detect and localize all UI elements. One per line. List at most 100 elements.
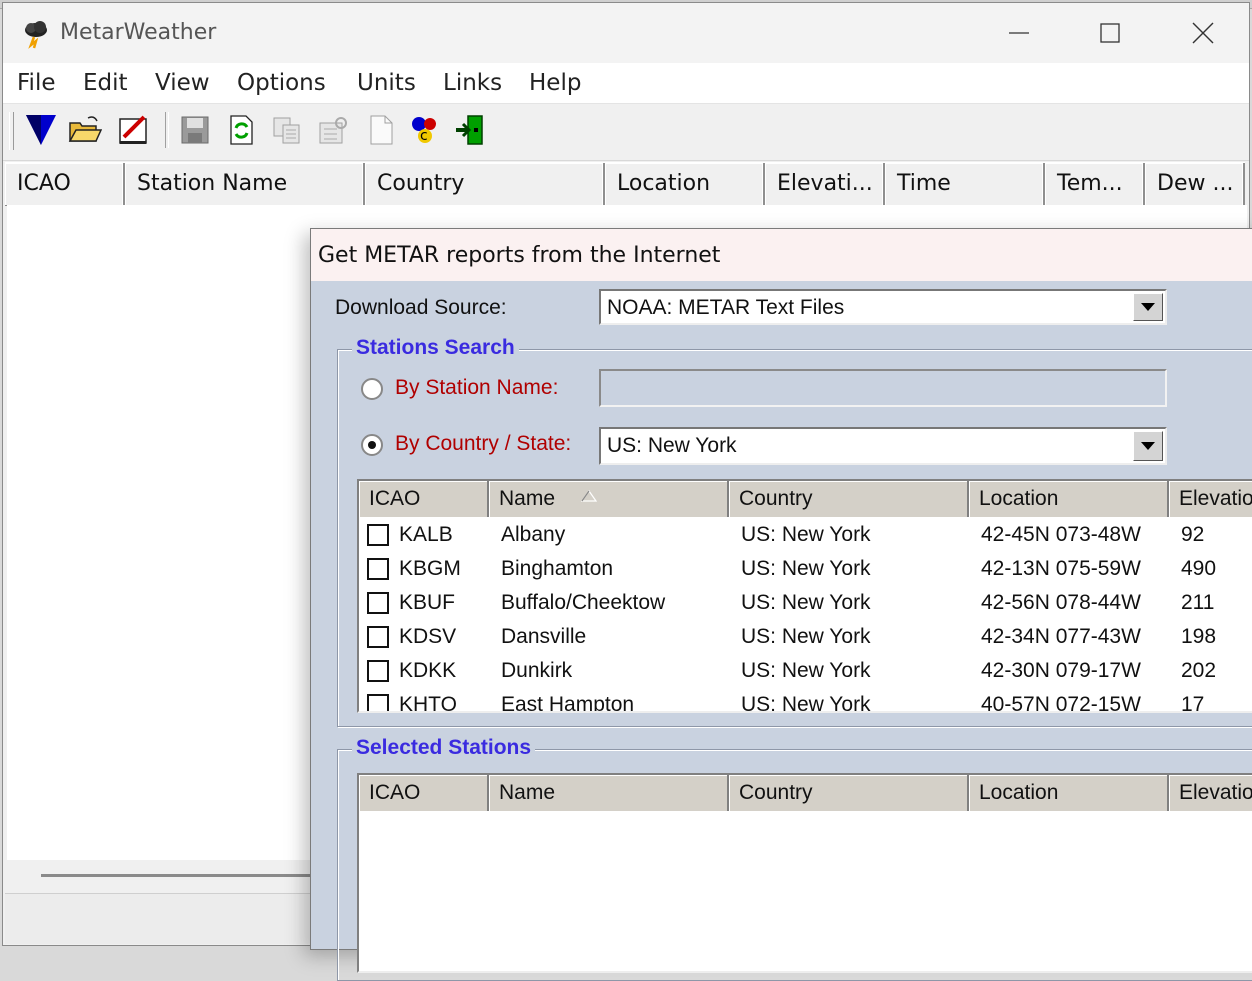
- dropdown-arrow-icon: [1141, 303, 1155, 311]
- save-button[interactable]: [177, 112, 213, 148]
- cloud-weather-icon: [21, 19, 51, 49]
- country-state-dropdown-button[interactable]: [1133, 431, 1163, 461]
- by-country-state-radio[interactable]: [361, 434, 383, 456]
- download-button[interactable]: [23, 112, 59, 148]
- selected-stations-header: ICAO Name Country Location Elevation: [359, 775, 1252, 811]
- download-source-select[interactable]: NOAA: METAR Text Files: [599, 289, 1167, 325]
- download-source-dropdown-button[interactable]: [1133, 293, 1163, 321]
- row-location: 42-30N 079-17W: [981, 659, 1141, 682]
- by-station-name-radio[interactable]: [361, 378, 383, 400]
- column-location[interactable]: Location: [605, 163, 765, 205]
- exit-button[interactable]: [453, 112, 489, 148]
- row-checkbox[interactable]: [367, 694, 389, 711]
- menu-units[interactable]: Units: [357, 70, 416, 96]
- sort-ascending-icon: [581, 490, 597, 502]
- row-name: East Hampton: [501, 693, 635, 713]
- new-document-icon: [370, 115, 393, 145]
- search-results-grid[interactable]: ICAO Name Country Location Elevation KAL…: [357, 479, 1252, 713]
- row-name: Albany: [501, 523, 566, 546]
- dropdown-arrow-icon: [1141, 442, 1155, 450]
- row-country: US: New York: [741, 659, 871, 682]
- row-country: US: New York: [741, 557, 871, 580]
- country-state-select[interactable]: US: New York: [599, 427, 1167, 465]
- table-row[interactable]: KDSV Dansville US: New York 42-34N 077-4…: [359, 621, 1252, 655]
- table-row[interactable]: KBUF Buffalo/Cheektow US: New York 42-56…: [359, 587, 1252, 621]
- close-button[interactable]: [1173, 13, 1233, 53]
- row-elevation: 92: [1181, 523, 1205, 546]
- row-name: Dunkirk: [501, 659, 573, 682]
- by-station-name-label[interactable]: By Station Name:: [395, 376, 558, 400]
- table-row[interactable]: KALB Albany US: New York 42-45N 073-48W …: [359, 519, 1252, 553]
- selected-column-country[interactable]: Country: [729, 775, 969, 811]
- column-country[interactable]: Country: [365, 163, 605, 205]
- maximize-button[interactable]: [1080, 13, 1140, 53]
- by-country-state-label[interactable]: By Country / State:: [395, 432, 571, 456]
- close-icon: [1192, 22, 1214, 44]
- column-elevation[interactable]: Elevati...: [765, 163, 885, 205]
- station-name-input[interactable]: [599, 369, 1167, 407]
- grid-column-icao[interactable]: ICAO: [359, 481, 489, 517]
- row-icao: KDSV: [399, 625, 457, 648]
- refresh-button[interactable]: [223, 112, 259, 148]
- row-icao: KBUF: [399, 591, 456, 614]
- column-temperature[interactable]: Tem...: [1045, 163, 1145, 205]
- row-country: US: New York: [741, 693, 871, 713]
- row-icao: KHTO: [399, 693, 457, 713]
- grid-column-location[interactable]: Location: [969, 481, 1169, 517]
- search-results-header: ICAO Name Country Location Elevation: [359, 481, 1252, 517]
- row-checkbox[interactable]: [367, 592, 389, 614]
- column-time[interactable]: Time: [885, 163, 1045, 205]
- row-country: US: New York: [741, 625, 871, 648]
- row-elevation: 211: [1181, 591, 1215, 614]
- toolbar-separator: [165, 112, 169, 148]
- grid-column-name[interactable]: Name: [489, 481, 729, 517]
- minimize-button[interactable]: [989, 13, 1049, 53]
- menu-file[interactable]: File: [17, 70, 56, 96]
- menu-view[interactable]: View: [155, 70, 210, 96]
- row-icao: KALB: [399, 523, 453, 546]
- menu-help[interactable]: Help: [529, 70, 581, 96]
- column-station-name[interactable]: Station Name: [125, 163, 365, 205]
- toolbar-grip[interactable]: [9, 112, 14, 150]
- get-metar-dialog: Get METAR reports from the Internet Down…: [310, 228, 1252, 981]
- edit-button[interactable]: [115, 112, 151, 148]
- row-checkbox[interactable]: [367, 660, 389, 682]
- new-document-button[interactable]: [363, 112, 399, 148]
- row-elevation: 17: [1181, 693, 1205, 713]
- dialog-title-bar: Get METAR reports from the Internet: [311, 229, 1252, 281]
- selected-column-elevation[interactable]: Elevation: [1169, 775, 1252, 811]
- row-checkbox[interactable]: [367, 524, 389, 546]
- grid-column-country[interactable]: Country: [729, 481, 969, 517]
- selected-column-name[interactable]: Name: [489, 775, 729, 811]
- save-icon: [181, 116, 209, 144]
- font-button[interactable]: c: [407, 112, 443, 148]
- column-icao[interactable]: ICAO: [5, 163, 125, 205]
- row-icao: KBGM: [399, 557, 461, 580]
- stations-search-title: Stations Search: [352, 336, 519, 360]
- row-name: Dansville: [501, 625, 587, 648]
- maximize-icon: [1100, 23, 1120, 43]
- menu-links[interactable]: Links: [443, 70, 502, 96]
- table-row[interactable]: KHTO East Hampton US: New York 40-57N 07…: [359, 689, 1252, 713]
- open-button[interactable]: [67, 112, 103, 148]
- scrollbar-thumb[interactable]: [41, 874, 331, 877]
- selected-column-location[interactable]: Location: [969, 775, 1169, 811]
- properties-button[interactable]: [315, 112, 351, 148]
- edit-note-icon: [119, 115, 147, 144]
- menu-edit[interactable]: Edit: [83, 70, 128, 96]
- menu-options[interactable]: Options: [237, 70, 326, 96]
- grid-column-elevation[interactable]: Elevation: [1169, 481, 1252, 517]
- column-dew-point[interactable]: Dew ...: [1145, 163, 1245, 205]
- table-row[interactable]: KDKK Dunkirk US: New York 42-30N 079-17W…: [359, 655, 1252, 689]
- row-elevation: 202: [1181, 659, 1217, 682]
- selected-column-icao[interactable]: ICAO: [359, 775, 489, 811]
- selected-stations-grid[interactable]: ICAO Name Country Location Elevation: [357, 773, 1252, 973]
- row-country: US: New York: [741, 523, 871, 546]
- row-checkbox[interactable]: [367, 626, 389, 648]
- copy-button[interactable]: [269, 112, 305, 148]
- row-checkbox[interactable]: [367, 558, 389, 580]
- font-abc-icon: c: [412, 117, 436, 144]
- table-row[interactable]: KBGM Binghamton US: New York 42-13N 075-…: [359, 553, 1252, 587]
- radio-selected-dot: [368, 441, 376, 449]
- row-elevation: 490: [1181, 557, 1217, 580]
